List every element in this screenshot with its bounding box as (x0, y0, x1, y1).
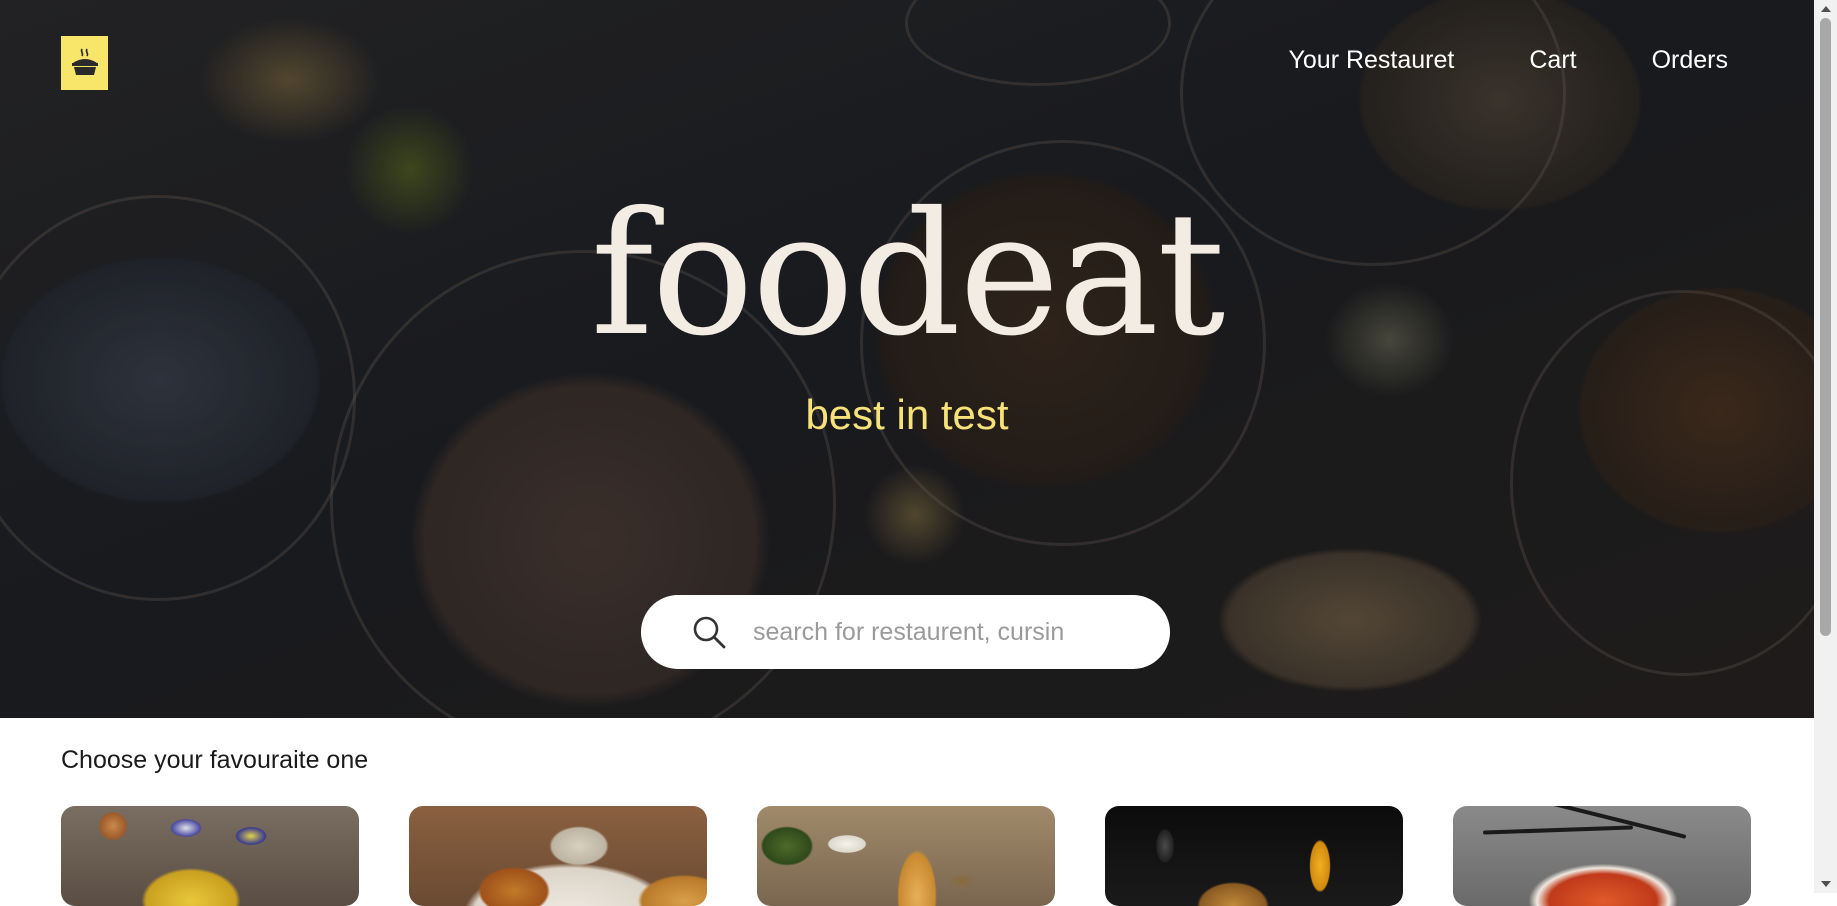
logo[interactable] (61, 36, 108, 90)
brand-title: foodeat (590, 176, 1226, 374)
nav-cart[interactable]: Cart (1529, 46, 1576, 75)
category-card[interactable] (61, 806, 359, 906)
scroll-up-icon[interactable] (1821, 6, 1831, 12)
pot-icon (71, 48, 98, 75)
nav-orders[interactable]: Orders (1652, 46, 1728, 75)
chopstick-decoration (1482, 825, 1634, 835)
search-bar[interactable] (641, 595, 1170, 669)
category-card[interactable] (1453, 806, 1751, 906)
category-card[interactable] (409, 806, 707, 906)
category-card[interactable] (1105, 806, 1403, 906)
category-cards (61, 806, 1752, 906)
page-scrollbar[interactable] (1814, 0, 1837, 893)
section-title: Choose your favouraite one (61, 746, 369, 774)
chopstick-decoration (1549, 806, 1687, 839)
scrollbar-thumb[interactable] (1820, 18, 1831, 636)
nav-your-restaurant[interactable]: Your Restauret (1289, 46, 1455, 75)
search-icon[interactable] (691, 614, 727, 650)
search-input[interactable] (751, 616, 1135, 648)
top-nav: Your Restauret Cart Orders (1289, 46, 1729, 75)
category-card[interactable] (757, 806, 1055, 906)
brand-tagline: best in test (805, 391, 1009, 438)
scroll-down-icon[interactable] (1821, 881, 1831, 887)
hero-banner: Your Restauret Cart Orders foodeat best … (0, 0, 1814, 718)
